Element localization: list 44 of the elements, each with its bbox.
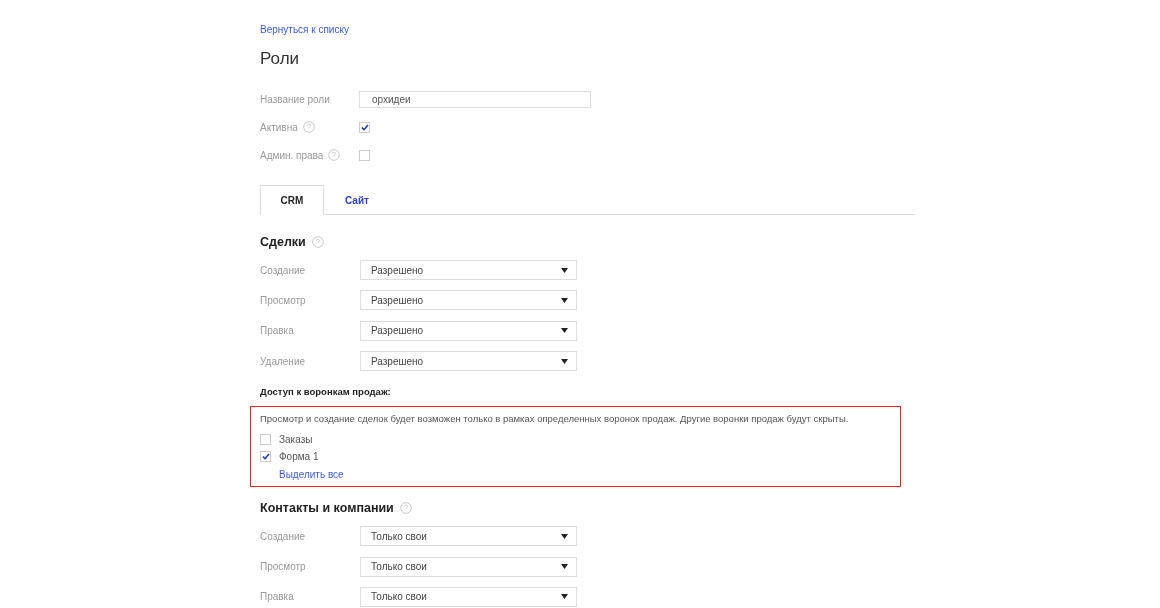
checkbox-label: Форма 1 (279, 451, 319, 463)
section-subtitle: Доступ к воронкам продаж: (260, 386, 391, 398)
page-title: Роли (260, 49, 301, 69)
help-icon[interactable] (399, 502, 412, 515)
caret-icon (561, 564, 568, 570)
dropdown[interactable]: Разрешено (360, 290, 577, 311)
field-label: Активна (260, 121, 298, 133)
checkbox[interactable] (260, 434, 271, 446)
section-title: Контакты и компании (260, 501, 394, 516)
field-label: Создание (260, 530, 307, 542)
checkbox[interactable] (260, 451, 271, 463)
note-text: Просмотр и создание сделок будет возможен только в рамках определенных воронок продаж. Другие воронки продаж будут скрыты. (260, 412, 850, 426)
field-label: Удаление (260, 355, 307, 367)
input-field[interactable]: орхидеи (359, 90, 591, 108)
caret-icon (561, 297, 568, 303)
tab[interactable]: Сайт (324, 185, 390, 215)
field-label: Админ. права (260, 149, 324, 161)
dropdown[interactable]: Разрешено (360, 260, 577, 281)
caret-icon (561, 533, 568, 539)
dropdown[interactable]: Только свои (360, 526, 577, 547)
caret-icon (561, 358, 568, 364)
field-label: Создание (260, 264, 307, 276)
caret-icon (561, 328, 568, 334)
field-label: Правка (260, 591, 295, 603)
field-label: Просмотр (260, 561, 307, 573)
field-label: Название роли (260, 93, 330, 105)
help-icon[interactable] (328, 149, 341, 161)
dropdown[interactable]: Разрешено (360, 351, 577, 372)
dropdown[interactable]: Только свои (360, 556, 577, 577)
checkbox-label: Заказы (279, 434, 313, 446)
caret-icon (561, 594, 568, 600)
tab[interactable]: CRM (260, 185, 324, 215)
section-title: Сделки (260, 235, 306, 249)
field-label: Просмотр (260, 294, 307, 306)
caret-icon (561, 267, 568, 273)
help-icon[interactable] (311, 236, 324, 248)
help-icon[interactable] (302, 121, 315, 133)
dropdown[interactable]: Только свои (360, 586, 577, 607)
checkbox[interactable] (359, 121, 370, 133)
field-label: Правка (260, 325, 295, 337)
select-all-link[interactable]: Выделить все (279, 469, 344, 481)
checkbox[interactable] (359, 149, 370, 161)
dropdown[interactable]: Разрешено (360, 320, 577, 341)
back-link[interactable]: Вернуться к списку (260, 24, 349, 35)
